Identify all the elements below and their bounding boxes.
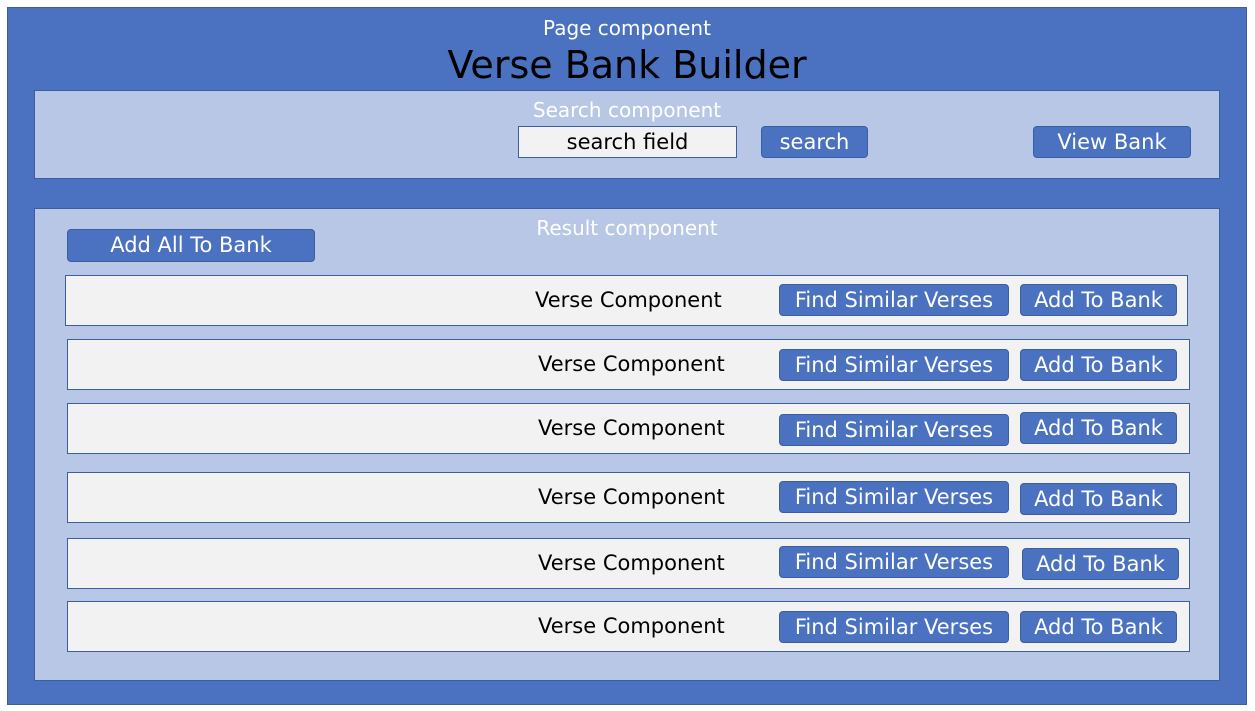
verse-component-label: Verse Component: [535, 288, 722, 312]
search-component-label: Search component: [532, 98, 722, 122]
verse-component-label: Verse Component: [538, 551, 725, 575]
verse-component: Verse Component Find Similar Verses Add …: [67, 403, 1190, 454]
search-input[interactable]: search field: [518, 126, 737, 158]
find-similar-verses-button[interactable]: Find Similar Verses: [779, 414, 1009, 446]
verse-component: Verse Component Find Similar Verses Add …: [67, 601, 1190, 652]
add-to-bank-button[interactable]: Add To Bank: [1020, 412, 1177, 444]
find-similar-verses-button[interactable]: Find Similar Verses: [779, 481, 1009, 513]
add-to-bank-button[interactable]: Add To Bank: [1020, 284, 1177, 316]
search-component: Search component search field search Vie…: [34, 90, 1220, 179]
verse-component: Verse Component Find Similar Verses Add …: [65, 275, 1188, 326]
find-similar-verses-button[interactable]: Find Similar Verses: [779, 349, 1009, 381]
find-similar-verses-button[interactable]: Find Similar Verses: [779, 284, 1009, 316]
verse-component-label: Verse Component: [538, 614, 725, 638]
add-to-bank-button[interactable]: Add To Bank: [1022, 548, 1179, 580]
verse-component-label: Verse Component: [538, 416, 725, 440]
page-component-label: Page component: [543, 16, 711, 40]
view-bank-button[interactable]: View Bank: [1033, 126, 1191, 158]
verse-component: Verse Component Find Similar Verses Add …: [67, 538, 1190, 589]
page-component: Page component Verse Bank Builder Search…: [7, 7, 1247, 705]
verse-component-label: Verse Component: [538, 485, 725, 509]
verse-component: Verse Component Find Similar Verses Add …: [67, 339, 1190, 390]
search-button[interactable]: search: [761, 126, 868, 158]
verse-component-label: Verse Component: [538, 352, 725, 376]
add-to-bank-button[interactable]: Add To Bank: [1020, 611, 1177, 643]
find-similar-verses-button[interactable]: Find Similar Verses: [779, 546, 1009, 578]
verse-component: Verse Component Find Similar Verses Add …: [67, 472, 1190, 523]
add-to-bank-button[interactable]: Add To Bank: [1020, 483, 1177, 515]
find-similar-verses-button[interactable]: Find Similar Verses: [779, 611, 1009, 643]
result-component: Result component Add All To Bank Verse C…: [34, 208, 1220, 681]
add-to-bank-button[interactable]: Add To Bank: [1020, 349, 1177, 381]
page-title: Verse Bank Builder: [447, 43, 807, 87]
add-all-to-bank-button[interactable]: Add All To Bank: [67, 229, 315, 262]
